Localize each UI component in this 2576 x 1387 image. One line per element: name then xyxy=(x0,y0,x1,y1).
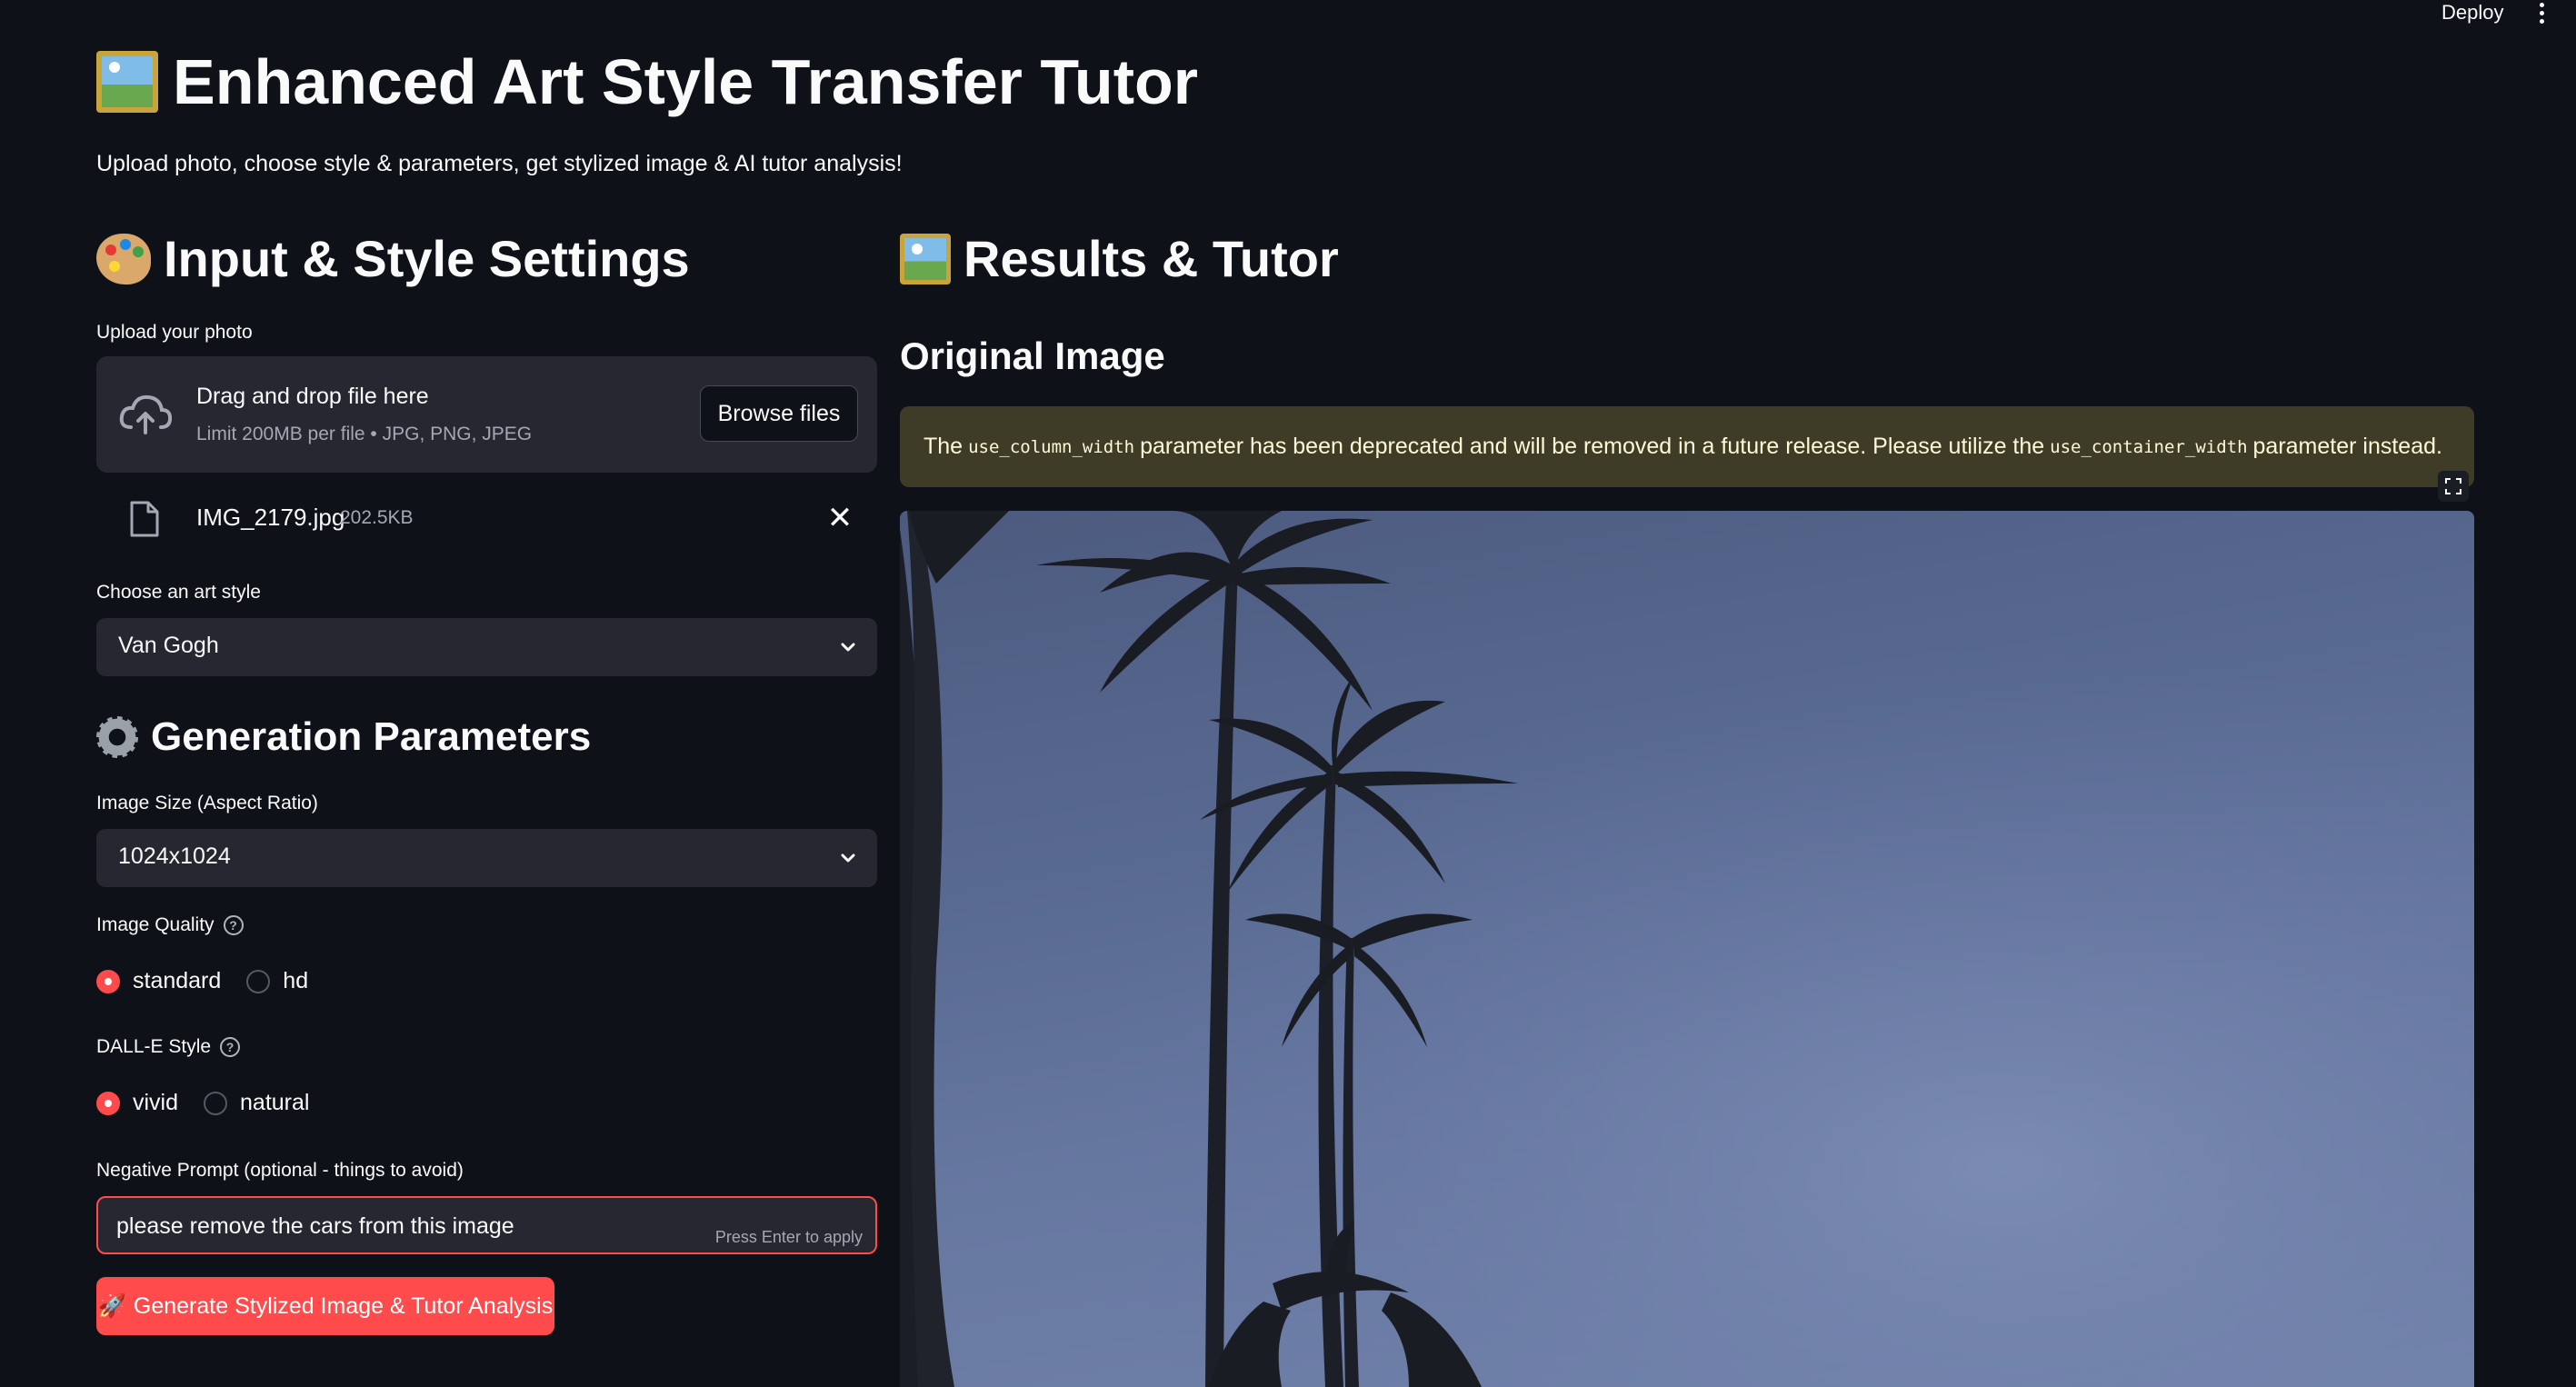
image-quality-radio-group: standard hd xyxy=(96,968,308,994)
negative-prompt-label: Negative Prompt (optional - things to av… xyxy=(96,1160,464,1181)
radio-dot xyxy=(204,1091,228,1115)
radio-dot xyxy=(96,1091,120,1115)
art-style-select[interactable]: Van Gogh xyxy=(96,618,877,676)
results-heading: Results & Tutor xyxy=(900,229,1339,288)
gear-icon xyxy=(96,716,138,758)
original-image-heading: Original Image xyxy=(900,334,1165,377)
image-size-value: 1024x1024 xyxy=(118,843,231,869)
warning-text-3: parameter instead. xyxy=(2252,434,2442,459)
radio-vivid-label: vivid xyxy=(133,1090,179,1115)
page-subtitle: Upload photo, choose style & parameters,… xyxy=(96,151,903,176)
image-quality-label-text: Image Quality xyxy=(96,914,215,935)
generate-button[interactable]: 🚀 Generate Stylized Image & Tutor Analys… xyxy=(96,1277,554,1335)
page-title-text: Enhanced Art Style Transfer Tutor xyxy=(173,46,1198,117)
app-root: Deploy Enhanced Art Style Transfer Tutor… xyxy=(0,0,2576,1387)
press-enter-hint: Press Enter to apply xyxy=(714,1228,863,1246)
results-heading-text: Results & Tutor xyxy=(964,230,1339,287)
radio-standard[interactable]: standard xyxy=(96,968,221,994)
uploaded-file-row: IMG_2179.jpg 202.5KB ✕ xyxy=(96,491,877,545)
radio-hd[interactable]: hd xyxy=(246,968,308,994)
dropzone-title: Drag and drop file here xyxy=(196,384,429,409)
art-style-value: Van Gogh xyxy=(118,633,219,658)
warning-text-2: parameter has been deprecated and will b… xyxy=(1140,434,2045,459)
generation-params-heading-text: Generation Parameters xyxy=(151,714,592,759)
file-name: IMG_2179.jpg xyxy=(196,504,345,531)
generation-params-heading: Generation Parameters xyxy=(96,714,591,760)
warning-code-2: use_container_width xyxy=(2050,436,2248,457)
chevron-down-icon xyxy=(841,643,855,652)
chevron-down-icon xyxy=(841,853,855,863)
file-dropzone[interactable]: Drag and drop file here Limit 200MB per … xyxy=(96,356,877,473)
upload-label: Upload your photo xyxy=(96,322,253,343)
dropzone-limits: Limit 200MB per file • JPG, PNG, JPEG xyxy=(196,424,533,444)
image-size-label: Image Size (Aspect Ratio) xyxy=(96,793,318,813)
deprecation-warning: The use_column_width parameter has been … xyxy=(900,406,2474,487)
deploy-button[interactable]: Deploy xyxy=(2441,0,2503,25)
file-size: 202.5KB xyxy=(340,507,414,528)
fullscreen-icon[interactable] xyxy=(2438,471,2469,502)
generate-button-label: Generate Stylized Image & Tutor Analysis xyxy=(133,1292,554,1319)
radio-vivid[interactable]: vivid xyxy=(96,1090,178,1116)
help-icon[interactable]: ? xyxy=(223,915,244,935)
negative-prompt-field[interactable]: Press Enter to apply xyxy=(96,1196,877,1254)
art-style-label: Choose an art style xyxy=(96,582,261,603)
warning-text-1: The xyxy=(924,434,964,459)
radio-dot xyxy=(246,969,271,993)
rocket-icon: 🚀 xyxy=(97,1292,126,1319)
browse-files-button[interactable]: Browse files xyxy=(700,385,858,442)
input-settings-heading: Input & Style Settings xyxy=(96,229,690,288)
negative-prompt-input[interactable] xyxy=(116,1211,662,1242)
input-settings-heading-text: Input & Style Settings xyxy=(164,230,690,287)
radio-hd-label: hd xyxy=(283,968,309,993)
radio-dot xyxy=(96,969,120,993)
cloud-upload-icon xyxy=(119,394,173,434)
more-vertical-icon[interactable] xyxy=(2532,0,2551,25)
radio-natural-label: natural xyxy=(240,1090,310,1115)
help-icon[interactable]: ? xyxy=(220,1037,241,1057)
dalle-style-label: DALL-E Style ? xyxy=(96,1036,241,1058)
dalle-style-radio-group: vivid natural xyxy=(96,1090,309,1116)
warning-code-1: use_column_width xyxy=(968,436,1135,457)
palette-icon xyxy=(96,233,151,284)
framed-picture-icon xyxy=(900,233,951,284)
file-icon xyxy=(130,501,159,537)
page-title: Enhanced Art Style Transfer Tutor xyxy=(96,45,1198,118)
radio-standard-label: standard xyxy=(133,968,222,993)
remove-file-close-icon[interactable]: ✕ xyxy=(824,502,856,534)
palm-trees-photo xyxy=(900,511,2474,1387)
image-quality-label: Image Quality ? xyxy=(96,914,244,936)
original-image xyxy=(900,511,2474,1387)
radio-natural[interactable]: natural xyxy=(204,1090,309,1116)
dalle-style-label-text: DALL-E Style xyxy=(96,1036,212,1057)
framed-picture-icon xyxy=(96,51,158,113)
image-size-select[interactable]: 1024x1024 xyxy=(96,829,877,887)
